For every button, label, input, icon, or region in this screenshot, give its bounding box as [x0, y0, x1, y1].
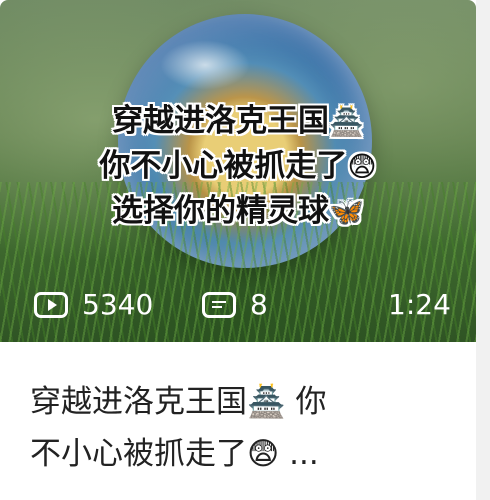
view-count: 5340 [34, 288, 153, 321]
thumbnail-stats-bar: 5340 8 1:24 [0, 282, 476, 330]
butterfly-icon: 🦋 [329, 195, 364, 228]
castle-icon: 🏯 [329, 105, 364, 138]
overlay-line-2: 你不小心被抓走了😨 [0, 151, 476, 182]
video-thumbnail[interactable]: 穿越进洛克王国🏯 你不小心被抓走了😨 选择你的精灵球🦋 5340 8 1:24 [0, 0, 476, 342]
duration-value: 1:24 [388, 288, 451, 321]
overlay-line-3-text: 选择你的精灵球 [112, 193, 330, 229]
comment-count: 8 [202, 288, 268, 321]
overlay-line-3: 选择你的精灵球🦋 [0, 196, 476, 227]
video-title-line-2: 不小心被抓走了😨 ... [30, 436, 319, 472]
video-duration: 1:24 [388, 288, 451, 321]
comment-icon [202, 291, 236, 318]
comment-count-value: 8 [250, 288, 268, 321]
video-title-line-1: 穿越进洛克王国🏯 你 [30, 384, 327, 420]
overlay-line-1: 穿越进洛克王国🏯 [0, 106, 476, 137]
scrollbar-track[interactable] [476, 0, 490, 500]
video-title[interactable]: 穿越进洛克王国🏯 你 不小心被抓走了😨 ... [30, 376, 460, 480]
orb-highlight [160, 40, 250, 90]
overlay-line-1-text: 穿越进洛克王国 [112, 103, 330, 139]
overlay-line-2-text: 你不小心被抓走了 [99, 148, 348, 184]
play-icon [34, 291, 68, 318]
view-count-value: 5340 [82, 288, 154, 321]
fearful-face-icon: 😨 [347, 150, 377, 183]
